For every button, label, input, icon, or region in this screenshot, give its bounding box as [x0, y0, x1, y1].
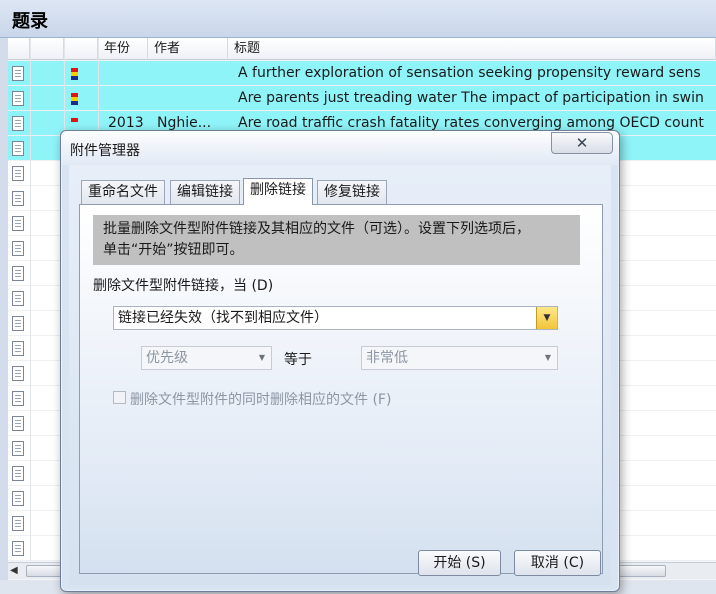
flag-icon: [71, 118, 78, 130]
start-button[interactable]: 开始 (S): [418, 550, 501, 576]
delete-files-label: 删除文件型附件的同时删除相应的文件 (F): [130, 392, 392, 408]
column-header-flag[interactable]: [64, 38, 98, 60]
document-icon: [12, 166, 24, 181]
dialog-title: 附件管理器: [70, 143, 140, 159]
document-icon: [12, 341, 24, 356]
panel-title: 题录: [12, 11, 48, 32]
equals-label: 等于: [284, 352, 312, 368]
close-icon: ✕: [575, 134, 589, 152]
document-icon: [12, 191, 24, 206]
chevron-down-icon[interactable]: ▼: [536, 307, 557, 329]
table-row[interactable]: A further exploration of sensation seeki…: [8, 61, 716, 86]
condition-dropdown[interactable]: 链接已经失效（找不到相应文件） ▼: [113, 306, 558, 330]
document-icon: [12, 216, 24, 231]
column-header-title[interactable]: 标题: [228, 38, 716, 60]
delete-files-checkbox[interactable]: [113, 391, 126, 404]
table-row[interactable]: Are parents just treading water The impa…: [8, 86, 716, 111]
document-icon: [12, 91, 24, 106]
flag-icon: [71, 93, 78, 105]
document-icon: [12, 491, 24, 506]
document-icon: [12, 116, 24, 131]
title-cell: Are parents just treading water The impa…: [238, 90, 704, 106]
column-header-attachment[interactable]: [30, 38, 64, 60]
close-button[interactable]: ✕: [551, 132, 613, 154]
instructions-box: 批量删除文件型附件链接及其相应的文件（可选）。设置下列选项后， 单击“开始”按钮…: [93, 215, 580, 265]
delete-links-panel: 批量删除文件型附件链接及其相应的文件（可选）。设置下列选项后， 单击“开始”按钮…: [79, 204, 603, 574]
document-icon: [12, 141, 24, 156]
column-header-year[interactable]: 年份: [98, 38, 148, 60]
chevron-down-icon: ▼: [258, 353, 265, 362]
instructions-line-1: 批量删除文件型附件链接及其相应的文件（可选）。设置下列选项后，: [103, 221, 530, 237]
scroll-left-icon[interactable]: ◀: [10, 565, 18, 576]
tab-delete-links[interactable]: 删除链接: [243, 178, 313, 205]
author-cell: Nghie...: [157, 115, 212, 131]
document-icon: [12, 266, 24, 281]
list-header: 年份 作者 标题: [8, 38, 716, 60]
document-icon: [12, 516, 24, 531]
attachment-manager-dialog: 附件管理器 ✕ 重命名文件 编辑链接 删除链接 修复链接 批量删除文件型附件链接…: [60, 130, 620, 592]
left-edge: [0, 38, 8, 580]
title-cell: Are road traffic crash fatality rates co…: [238, 115, 704, 131]
field-dropdown[interactable]: 优先级 ▼: [141, 346, 272, 370]
document-icon: [12, 466, 24, 481]
cancel-button[interactable]: 取消 (C): [514, 550, 601, 576]
title-cell: A further exploration of sensation seeki…: [238, 65, 701, 81]
condition-value: 链接已经失效（找不到相应文件）: [118, 310, 328, 326]
document-icon: [12, 316, 24, 331]
chevron-down-icon: ▼: [544, 353, 551, 362]
tab-repair-links[interactable]: 修复链接: [317, 180, 387, 204]
tab-edit-links[interactable]: 编辑链接: [170, 180, 240, 204]
column-header-author[interactable]: 作者: [148, 38, 228, 60]
condition-label: 删除文件型附件链接，当 (D): [93, 278, 274, 294]
field-value: 优先级: [146, 350, 188, 366]
tab-rename-files[interactable]: 重命名文件: [81, 180, 165, 204]
document-icon: [12, 66, 24, 81]
compare-value: 非常低: [366, 350, 408, 366]
instructions-line-2: 单击“开始”按钮即可。: [103, 242, 244, 258]
flag-icon: [71, 68, 78, 80]
dialog-titlebar[interactable]: 附件管理器 ✕: [61, 131, 619, 165]
compare-value-dropdown[interactable]: 非常低 ▼: [361, 346, 558, 370]
document-icon: [12, 291, 24, 306]
document-icon: [12, 366, 24, 381]
document-icon: [12, 416, 24, 431]
column-header-icon[interactable]: [8, 38, 30, 60]
document-icon: [12, 241, 24, 256]
panel-header: 题录: [0, 0, 716, 38]
year-cell: 2013: [108, 115, 144, 131]
dialog-body: 重命名文件 编辑链接 删除链接 修复链接 批量删除文件型附件链接及其相应的文件（…: [69, 165, 611, 585]
document-icon: [12, 541, 24, 556]
document-icon: [12, 391, 24, 406]
document-icon: [12, 441, 24, 456]
